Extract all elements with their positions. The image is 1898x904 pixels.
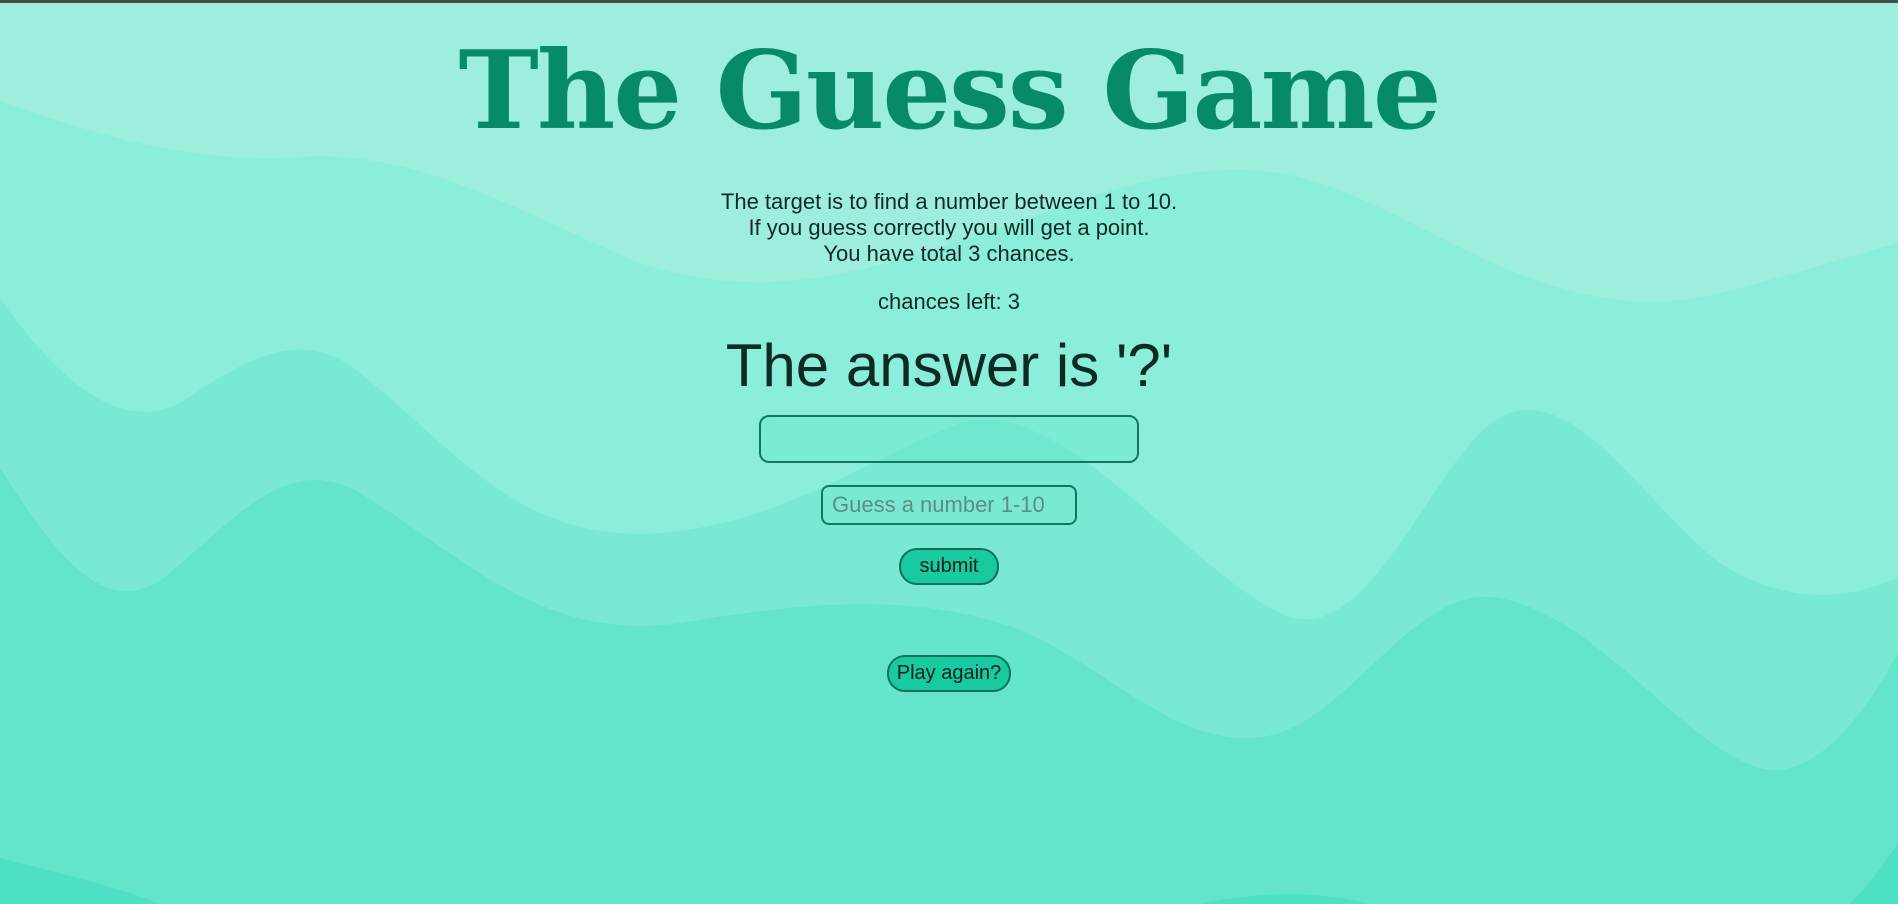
rule-line: If you guess correctly you will get a po… — [748, 215, 1150, 240]
result-display — [759, 415, 1139, 463]
game-container: The Guess Game The target is to find a n… — [0, 3, 1898, 692]
guess-input[interactable] — [821, 485, 1077, 525]
submit-button[interactable]: submit — [899, 548, 999, 585]
rule-line: You have total 3 chances. — [823, 241, 1075, 266]
rules-text: The target is to find a number between 1… — [721, 189, 1177, 267]
page-title: The Guess Game — [458, 28, 1441, 154]
answer-value: '?' — [1115, 332, 1173, 399]
rule-line: The target is to find a number between 1… — [720, 189, 1178, 214]
chances-left: chances left: 3 — [878, 289, 1020, 315]
answer-heading: The answer is '?' — [726, 331, 1172, 401]
answer-prefix: The answer is — [725, 332, 1116, 399]
chances-value: 3 — [1007, 289, 1020, 314]
chances-label: chances left: — [878, 289, 1002, 314]
play-again-button[interactable]: Play again? — [887, 655, 1011, 692]
